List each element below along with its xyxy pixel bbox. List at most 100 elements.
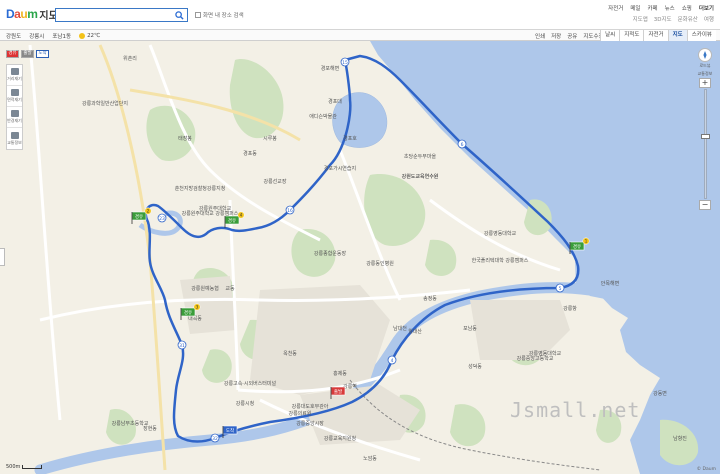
traffic-icon (10, 131, 19, 139)
route-tab-start[interactable]: 출발 (21, 50, 34, 58)
place-label[interactable]: 강릉시청 (236, 400, 254, 407)
place-label[interactable]: 강릉과학일반산업단지 (82, 100, 128, 107)
sub-link-heritage[interactable]: 문화유산 (678, 15, 698, 23)
place-label[interactable]: 강릉교육지원청 (324, 435, 356, 442)
map-tools: 인쇄 저장 공유 지도수정 (535, 32, 604, 40)
place-label[interactable]: 초당순두부마을 (404, 153, 437, 160)
place-label[interactable]: 태장봉 (178, 135, 192, 142)
place-label[interactable]: 춘천지방검찰청강릉지청 (175, 185, 226, 192)
area-search-label: 화면 내 장소 검색 (203, 13, 244, 19)
route-marker-label: 경유 (135, 213, 143, 220)
route-tab-end[interactable]: 도착 (36, 50, 49, 58)
tab-cadastral[interactable]: 지적도 (619, 30, 644, 41)
place-label[interactable]: 강원도교육연수원 (402, 173, 439, 180)
tool-radius[interactable]: 반경재기 (7, 107, 22, 128)
sub-link-3d[interactable]: 3D지도 (654, 15, 672, 23)
place-label[interactable]: 노암동 (363, 455, 377, 462)
area-search-checkbox[interactable] (195, 12, 201, 18)
zoom-slider[interactable] (700, 89, 710, 199)
daum-logo[interactable]: Daum 지도 (6, 6, 58, 22)
top-link-bike[interactable]: 자전거 (608, 4, 623, 12)
weather-info[interactable]: 22℃ (79, 33, 100, 39)
map-app: 강릉과학일반산업단지 경포해변경포대시루봉 태장봉 애디슨박물관경포호경포가시연습지 초… (0, 0, 720, 474)
tab-skyview[interactable]: 스카이뷰 (686, 30, 716, 41)
place-label[interactable]: 강릉영동대학교 (484, 230, 517, 237)
place-label[interactable]: 한국폴리텍대학 강릉캠퍼스 (472, 257, 529, 264)
place-label[interactable]: 홍제동 (333, 370, 347, 377)
save-button[interactable]: 저장 (551, 32, 561, 40)
tab-bike[interactable]: 자전거 (643, 30, 668, 41)
route-marker-number: 2 (147, 209, 150, 214)
tool-traffic-label: 교통정보 (7, 139, 22, 145)
panel-toggle-handle[interactable] (0, 248, 5, 266)
svg-text:5: 5 (559, 286, 562, 292)
place-label[interactable]: 경포해변 (321, 65, 340, 72)
place-label[interactable]: 포남동 (463, 325, 477, 332)
place-label[interactable]: 강릉종합운동장 (314, 250, 347, 257)
place-label[interactable]: 강릉원예농협 (191, 285, 219, 292)
place-label[interactable]: 옥천동 (283, 350, 297, 357)
tool-traffic[interactable]: 교통정보 (7, 128, 22, 149)
area-icon (10, 89, 19, 96)
place-label[interactable]: 강동면 (653, 390, 667, 397)
search-box (55, 8, 188, 22)
search-input[interactable] (56, 9, 171, 21)
share-button[interactable]: 공유 (567, 32, 577, 40)
place-label[interactable]: 경포가시연습지 (324, 165, 356, 172)
place-label[interactable]: 강릉항 (563, 305, 577, 312)
place-label[interactable]: 남항진 (673, 435, 687, 442)
zoom-slider-knob[interactable] (700, 133, 710, 139)
top-link-cafe[interactable]: 카페 (647, 4, 657, 12)
place-label[interactable]: 장현동 (143, 425, 157, 432)
top-link-shopping[interactable]: 쇼핑 (682, 4, 692, 12)
district-select[interactable]: 포남1동 (52, 32, 71, 40)
place-label[interactable]: 강릉의료원 (288, 410, 311, 417)
traffic-label[interactable]: 교통정보 (698, 71, 713, 77)
place-label[interactable]: 송정동 (423, 295, 437, 302)
area-search-option[interactable]: 화면 내 장소 검색 (195, 11, 244, 19)
print-button[interactable]: 인쇄 (535, 32, 545, 40)
place-label[interactable]: 경포호 (343, 135, 357, 142)
place-label[interactable]: 강릉동인병원 (366, 260, 394, 267)
compass-icon[interactable] (698, 48, 712, 62)
logo-brand: Daum (6, 7, 38, 21)
place-label[interactable]: 강릉대도호부관아 (292, 403, 329, 410)
compass-needle-icon (703, 51, 707, 59)
search-button[interactable] (171, 9, 187, 21)
place-label[interactable]: 경포동 (243, 150, 257, 157)
place-label[interactable]: 교동 (225, 286, 235, 292)
top-link-news[interactable]: 뉴스 (665, 4, 675, 12)
place-label[interactable]: 강릉선교장 (263, 178, 286, 185)
place-label[interactable]: 시루봉 (263, 136, 277, 142)
city-select[interactable]: 강릉시 (29, 32, 44, 40)
place-label[interactable]: 강릉중앙시장 (296, 420, 324, 427)
place-label[interactable]: 위촌리 (123, 55, 137, 62)
place-label[interactable]: 성덕동 (468, 363, 482, 370)
roadview-label[interactable]: 로드뷰 (699, 63, 710, 69)
top-bar: Daum 지도 화면 내 장소 검색 자전거 메일 카페 뉴스 쇼핑 더보기 지… (0, 0, 720, 30)
tool-distance[interactable]: 거리재기 (7, 65, 22, 86)
route-marker-number: 1 (585, 239, 588, 244)
place-label[interactable]: 경포대 (328, 98, 342, 105)
place-label[interactable]: 애디슨박물관 (309, 113, 337, 120)
tab-map[interactable]: 지도 (667, 30, 687, 41)
ruler-icon (10, 68, 19, 75)
province-select[interactable]: 강원도 (6, 32, 21, 40)
temperature: 22℃ (87, 33, 101, 39)
sub-link-travel[interactable]: 여행 (704, 15, 714, 23)
route-tabs: 경유 출발 도착 (6, 50, 49, 58)
top-link-more[interactable]: 더보기 (699, 4, 714, 12)
place-label[interactable]: 남대천 (393, 325, 407, 332)
route-tab-waypoint[interactable]: 경유 (6, 50, 19, 58)
place-label[interactable]: 강릉고속·시외버스터미널 (224, 380, 277, 387)
tool-area[interactable]: 면적재기 (7, 86, 22, 107)
watermark: Jsmall.net (510, 398, 641, 422)
place-label[interactable]: 강릉영동대학교 (529, 350, 562, 357)
tab-weather[interactable]: 날씨 (600, 30, 620, 41)
sub-link-app[interactable]: 지도앱 (633, 15, 648, 23)
top-link-mail[interactable]: 메일 (630, 4, 640, 12)
place-label[interactable]: 안목해변 (601, 280, 620, 287)
place-label[interactable]: 월대산 (408, 328, 422, 335)
zoom-in-button[interactable]: + (699, 78, 711, 88)
zoom-out-button[interactable]: − (699, 200, 711, 210)
